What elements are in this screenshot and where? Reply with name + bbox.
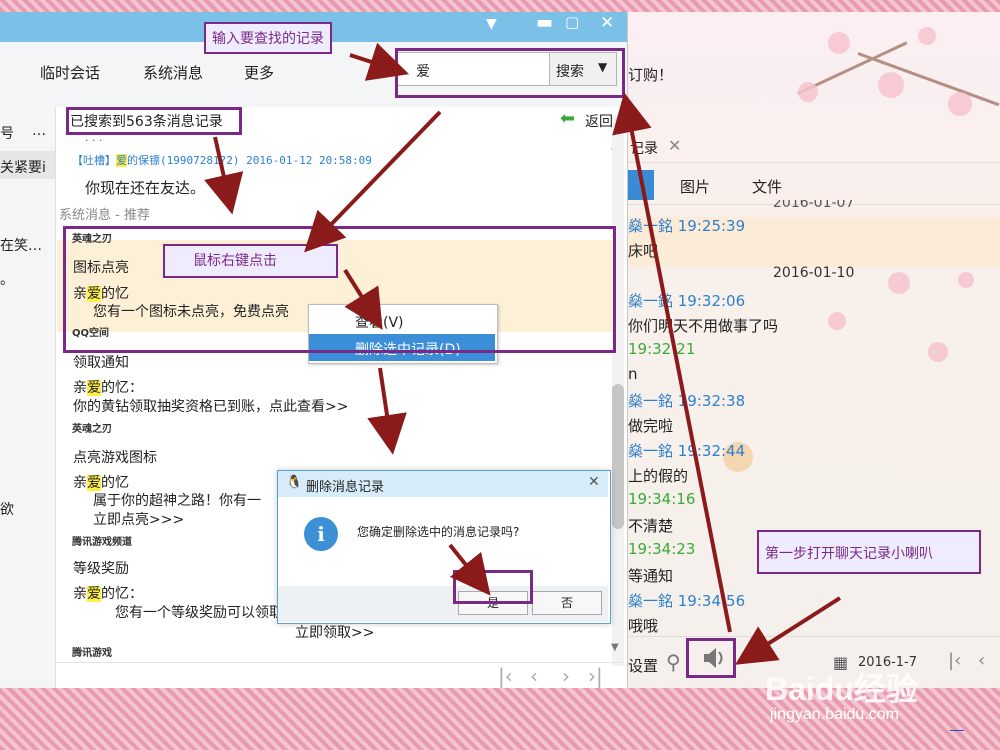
annotation-arrows (204, 42, 842, 665)
arrow (349, 42, 410, 81)
link-underline[interactable] (950, 730, 964, 731)
arrow (612, 92, 732, 633)
watermark-logo: Baidu经验 (765, 671, 918, 707)
arrow (304, 110, 442, 253)
arrow (204, 136, 244, 215)
arrow (367, 367, 407, 455)
watermark-url: jingyan.baidu.com (770, 706, 899, 723)
arrow (735, 596, 842, 665)
arrow (343, 268, 383, 330)
arrow (448, 543, 491, 596)
